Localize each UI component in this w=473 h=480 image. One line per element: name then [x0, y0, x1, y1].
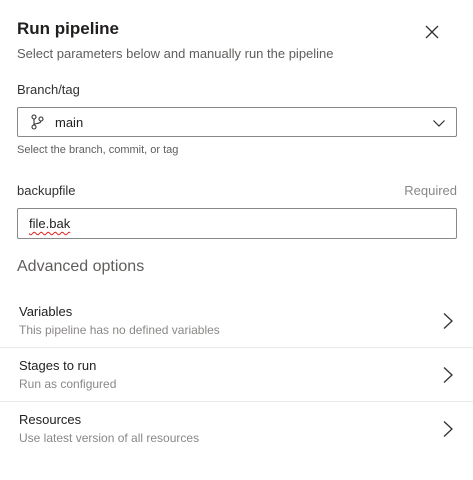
- option-description: Run as configured: [19, 377, 117, 391]
- option-resources[interactable]: Resources Use latest version of all reso…: [0, 401, 473, 455]
- advanced-options-heading: Advanced options: [17, 258, 145, 275]
- option-description: Use latest version of all resources: [19, 431, 200, 445]
- branch-icon: [30, 114, 46, 130]
- backupfile-value: file.bak: [29, 216, 71, 231]
- run-pipeline-panel: Run pipeline Select parameters below and…: [0, 0, 473, 480]
- backupfile-label: backupfile: [17, 183, 76, 198]
- close-icon: [425, 25, 439, 39]
- option-description: This pipeline has no defined variables: [19, 323, 220, 337]
- panel-subtitle: Select parameters below and manually run…: [17, 46, 334, 61]
- option-title: Variables: [19, 304, 73, 319]
- option-variables[interactable]: Variables This pipeline has no defined v…: [0, 294, 473, 348]
- branch-helper-text: Select the branch, commit, or tag: [17, 144, 179, 156]
- chevron-right-icon: [443, 421, 453, 437]
- backupfile-input[interactable]: file.bak: [17, 208, 457, 239]
- chevron-right-icon: [443, 313, 453, 329]
- chevron-down-icon: [433, 120, 445, 127]
- panel-title: Run pipeline: [17, 19, 119, 38]
- branch-dropdown[interactable]: main: [17, 107, 457, 137]
- option-title: Stages to run: [19, 358, 97, 373]
- option-title: Resources: [19, 412, 82, 427]
- option-stages-to-run[interactable]: Stages to run Run as configured: [0, 347, 473, 401]
- close-button[interactable]: [420, 20, 444, 44]
- branch-tag-label: Branch/tag: [17, 82, 80, 97]
- chevron-right-icon: [443, 367, 453, 383]
- required-indicator: Required: [404, 183, 457, 198]
- branch-value: main: [55, 114, 84, 130]
